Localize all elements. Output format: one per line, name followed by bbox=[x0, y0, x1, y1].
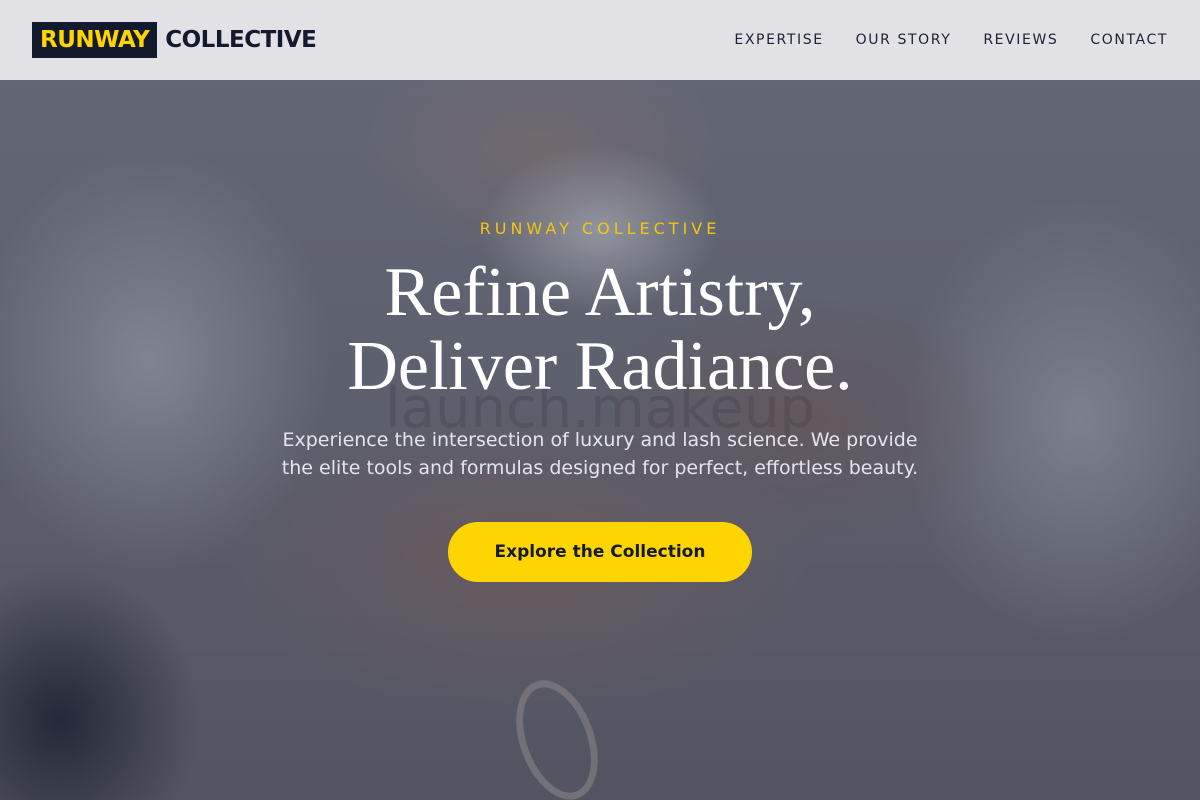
headline-line-1: Refine Artistry, bbox=[384, 254, 816, 331]
nav-link-contact[interactable]: CONTACT bbox=[1090, 32, 1168, 48]
landing-page: RUNWAY COLLECTIVE EXPERTISE OUR STORY RE… bbox=[0, 0, 1200, 800]
logo-wordmark: COLLECTIVE bbox=[165, 27, 317, 53]
nav-link-reviews[interactable]: REVIEWS bbox=[983, 32, 1058, 48]
headline-line-2: Deliver Radiance. bbox=[347, 328, 853, 405]
hero-section: RUNWAY COLLECTIVE launch.makeup Refine A… bbox=[0, 0, 1200, 800]
brand-logo[interactable]: RUNWAY COLLECTIVE bbox=[32, 22, 317, 58]
explore-collection-button[interactable]: Explore the Collection bbox=[448, 522, 752, 582]
hero-headline: Refine Artistry, Deliver Radiance. bbox=[0, 256, 1200, 404]
nav-link-our-story[interactable]: OUR STORY bbox=[856, 32, 952, 48]
hero-subtext: Experience the intersection of luxury an… bbox=[250, 426, 950, 482]
subtext-line-1: Experience the intersection of luxury an… bbox=[282, 429, 918, 451]
subtext-line-2: the elite tools and formulas designed fo… bbox=[281, 457, 919, 479]
nav-link-expertise[interactable]: EXPERTISE bbox=[734, 32, 823, 48]
hero-eyebrow: RUNWAY COLLECTIVE bbox=[479, 219, 721, 238]
site-header: RUNWAY COLLECTIVE EXPERTISE OUR STORY RE… bbox=[0, 0, 1200, 80]
logo-mark: RUNWAY bbox=[32, 22, 158, 58]
main-nav: EXPERTISE OUR STORY REVIEWS CONTACT bbox=[734, 32, 1168, 48]
